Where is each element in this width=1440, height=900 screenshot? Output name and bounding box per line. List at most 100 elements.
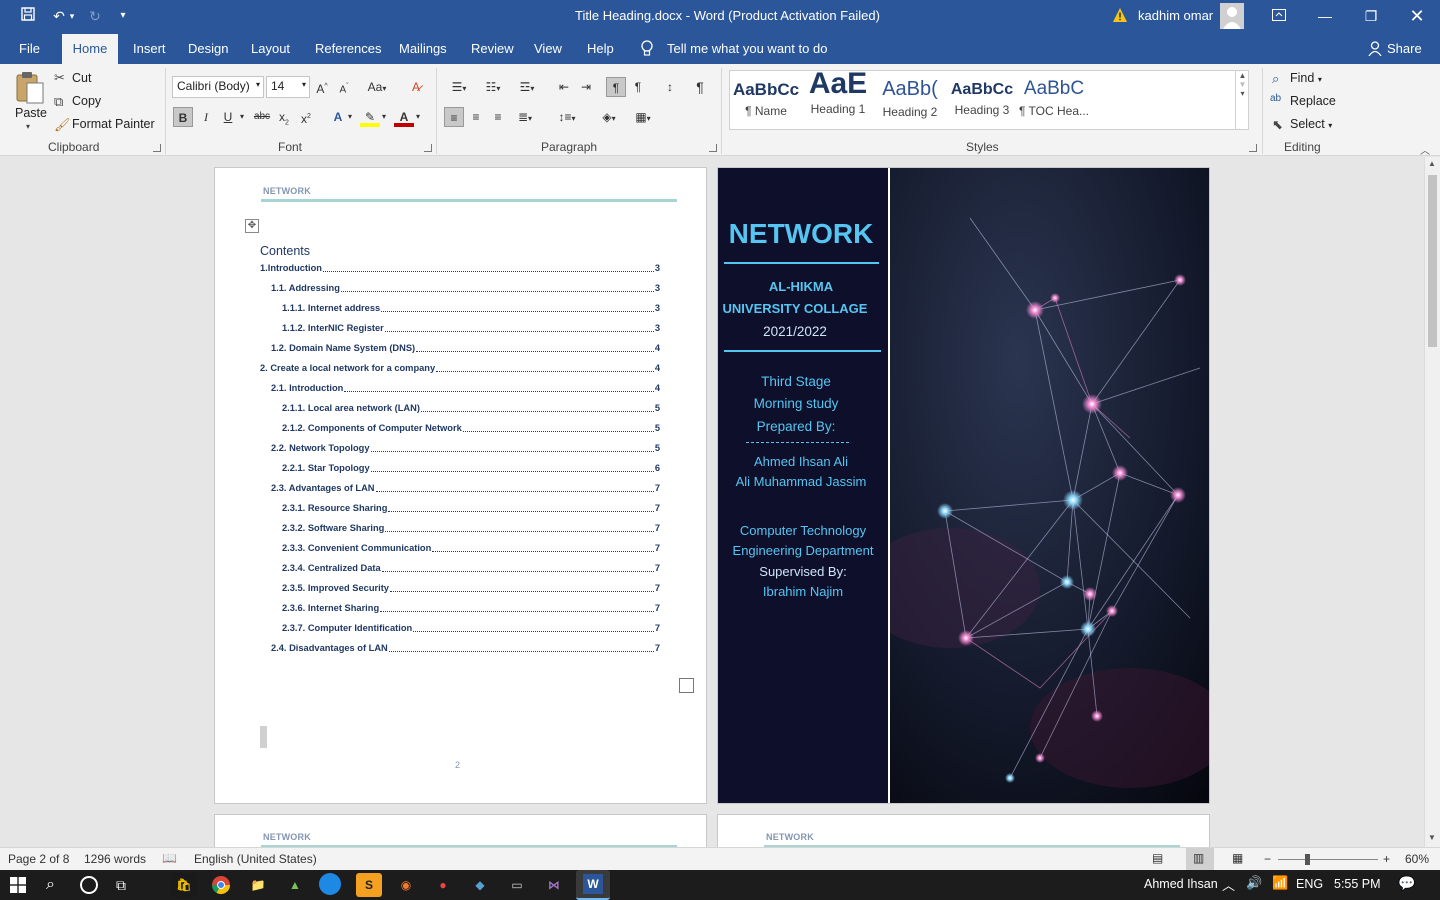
tab-insert[interactable]: Insert [124, 32, 175, 64]
collapse-ribbon-icon[interactable]: ︿ [1420, 142, 1430, 157]
restore-icon[interactable]: ❐ [1348, 0, 1394, 32]
windows-start-icon[interactable] [10, 877, 26, 896]
change-case-button[interactable]: Aa▾ [362, 77, 392, 97]
android-studio-icon[interactable]: ▲ [282, 873, 308, 897]
tab-home[interactable]: Home [62, 34, 118, 64]
tell-me-search[interactable]: Tell me what you want to do [658, 32, 836, 64]
decrease-indent-icon[interactable]: ⇤ [554, 77, 574, 97]
toc-entry[interactable]: 2.3.4. Centralized Data 7 [260, 558, 660, 578]
proofing-icon[interactable]: 📖 [162, 851, 177, 865]
align-center-icon[interactable]: ≡ [466, 107, 486, 127]
page-count[interactable]: Page 2 of 8 [8, 852, 69, 866]
cut-button[interactable]: Cut [72, 71, 91, 85]
word-taskbar-button[interactable]: W [576, 870, 610, 900]
increase-indent-icon[interactable]: ⇥ [576, 77, 596, 97]
page-next-right[interactable]: NETWORK [717, 814, 1210, 847]
shrink-font-icon[interactable]: Aˇ [334, 77, 354, 97]
font-launcher-icon[interactable] [424, 144, 432, 152]
tab-review[interactable]: Review [462, 32, 523, 64]
close-icon[interactable]: ✕ [1394, 0, 1440, 32]
tab-mailings[interactable]: Mailings [390, 32, 456, 64]
taskbar-user[interactable]: Ahmed Ihsan [1144, 877, 1218, 891]
sort-icon[interactable]: ↕ [660, 77, 680, 97]
align-right-icon[interactable]: ≡ [488, 107, 508, 127]
styles-scroll[interactable]: ▲ ▼ ▾ [1235, 71, 1249, 129]
highlight-icon[interactable]: ✎ [360, 107, 380, 127]
toc-entry[interactable]: 1.1.2. InterNIC Register 3 [260, 318, 660, 338]
visual-studio-icon[interactable]: ⋈ [541, 873, 567, 897]
store-icon[interactable]: 🛍 [171, 873, 197, 897]
paragraph-launcher-icon[interactable] [709, 144, 717, 152]
scroll-thumb[interactable] [1428, 175, 1437, 347]
toc-entry[interactable]: 2.3.1. Resource Sharing 7 [260, 498, 660, 518]
font-size-select[interactable]: 14 ▾ [266, 76, 310, 98]
tab-layout[interactable]: Layout [242, 32, 299, 64]
save-icon[interactable] [17, 6, 39, 26]
underline-dropdown-icon[interactable]: ▾ [236, 107, 248, 127]
numbering-button[interactable]: ☷▾ [478, 77, 508, 97]
zoom-slider-thumb[interactable] [1305, 854, 1310, 865]
bullets-button[interactable]: ☰▾ [444, 77, 474, 97]
toc-entry[interactable]: 2.3.6. Internet Sharing 7 [260, 598, 660, 618]
zoom-slider[interactable] [1278, 859, 1378, 860]
style-heading-2[interactable]: AaBb( Heading 2 [874, 70, 946, 128]
zoom-in-icon[interactable]: + [1383, 852, 1390, 866]
toc-entry[interactable]: 2.1.2. Components of Computer Network 5 [260, 418, 660, 438]
clear-formatting-icon[interactable]: A̷ [406, 77, 426, 97]
superscript-button[interactable]: x2 [296, 107, 316, 127]
text-effects-dropdown-icon[interactable]: ▾ [344, 107, 356, 127]
font-color-icon[interactable]: A [394, 107, 414, 127]
select-button[interactable]: Select ▾ [1290, 117, 1332, 131]
show-hidden-icons-icon[interactable]: ︿ [1222, 875, 1235, 894]
style-name[interactable]: AaBbCc ¶ Name [730, 70, 802, 128]
multilevel-list-button[interactable]: ☲▾ [512, 77, 542, 97]
search-icon[interactable]: ⌕ [46, 876, 55, 894]
vertical-scrollbar[interactable]: ▲ ▼ [1424, 157, 1440, 847]
ribbon-display-options-icon[interactable] [1256, 0, 1302, 32]
toc-entry[interactable]: 1.1.1. Internet address 3 [260, 298, 660, 318]
highlight-dropdown-icon[interactable]: ▾ [378, 107, 390, 127]
clock[interactable]: 5:55 PM [1334, 877, 1381, 891]
style-heading-1[interactable]: AaE Heading 1 [802, 69, 874, 128]
grow-font-icon[interactable]: A^ [312, 77, 332, 97]
page-cover[interactable]: NETWORK AL-HIKMA UNIVERSITY COLLAGE 2021… [717, 167, 1210, 804]
read-mode-icon[interactable]: ▤ [1152, 851, 1163, 865]
zoom-level[interactable]: 60% [1405, 852, 1429, 866]
chrome-icon[interactable] [208, 873, 234, 897]
toc-entry[interactable]: 1.2. Domain Name System (DNS) 4 [260, 338, 660, 358]
task-view-icon[interactable]: ⧉ [116, 877, 126, 894]
language-indicator[interactable]: ENG [1296, 877, 1323, 891]
paste-dropdown-icon[interactable]: ▾ [26, 122, 30, 131]
network-icon[interactable]: 📶 [1272, 875, 1288, 891]
customize-qat-icon[interactable]: ▾ [112, 6, 134, 26]
font-family-select[interactable]: Calibri (Body) ▾ [172, 76, 264, 98]
toc-entry[interactable]: 2.1. Introduction 4 [260, 378, 660, 398]
toc-entry[interactable]: 2.3.5. Improved Security 7 [260, 578, 660, 598]
blender-icon[interactable]: ◉ [393, 873, 419, 897]
toc-entry[interactable]: 2.1.1. Local area network (LAN) 5 [260, 398, 660, 418]
git-icon[interactable]: ◆ [467, 873, 493, 897]
table-move-handle-icon[interactable]: ✥ [245, 219, 259, 233]
toc-entry[interactable]: 2.3. Advantages of LAN 7 [260, 478, 660, 498]
paste-icon[interactable] [14, 70, 46, 106]
page-next-left[interactable]: NETWORK [214, 814, 707, 847]
rtl-icon[interactable]: ¶ [628, 77, 648, 97]
cortana-icon[interactable] [80, 876, 98, 894]
copy-button[interactable]: Copy [72, 94, 101, 108]
replace-button[interactable]: Replace [1290, 94, 1336, 108]
volume-icon[interactable]: 🔊 [1246, 875, 1262, 891]
toc-entry[interactable]: 2.3.2. Software Sharing 7 [260, 518, 660, 538]
styles-launcher-icon[interactable] [1249, 144, 1257, 152]
format-painter-button[interactable]: Format Painter [72, 117, 155, 131]
file-explorer-icon[interactable]: 📁 [245, 873, 271, 897]
borders-button[interactable]: ▦▾ [628, 107, 658, 127]
tab-view[interactable]: View [525, 32, 571, 64]
toc-entry[interactable]: 2.2.1. Star Topology 6 [260, 458, 660, 478]
align-left-icon[interactable]: ≡ [444, 107, 464, 127]
underline-button[interactable]: U [218, 107, 238, 127]
clipboard-launcher-icon[interactable] [153, 144, 161, 152]
sublime-icon[interactable]: S [356, 873, 382, 897]
shading-button[interactable]: ◈▾ [594, 107, 624, 127]
toc-entry[interactable]: 2.2. Network Topology 5 [260, 438, 660, 458]
notification-icon[interactable]: 💬 [1398, 875, 1415, 892]
